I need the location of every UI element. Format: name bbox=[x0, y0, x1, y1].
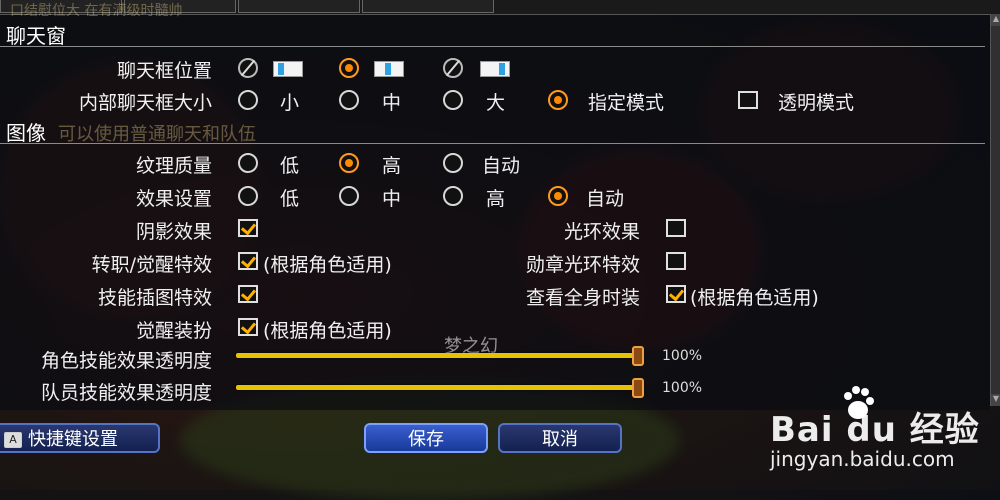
full-costume-checkbox[interactable] bbox=[666, 285, 686, 303]
section-divider bbox=[0, 143, 985, 144]
ghost-banner-text: 口结慰位大 在有满级时髓帅 bbox=[10, 3, 183, 19]
transfer-effect-note: (根据角色适用) bbox=[263, 254, 392, 276]
chat-size-option-label: 小 bbox=[280, 92, 300, 114]
party-skill-alpha-thumb[interactable] bbox=[632, 378, 644, 398]
hotkey-settings-button[interactable]: A 快捷键设置 bbox=[0, 423, 160, 453]
scroll-up-icon[interactable]: ▲ bbox=[991, 14, 1000, 26]
chat-size-option-label: 大 bbox=[486, 92, 506, 114]
skill-illust-checkbox[interactable] bbox=[238, 285, 258, 303]
effect-radio-auto[interactable] bbox=[548, 186, 568, 206]
halo-effect-label: 光环效果 bbox=[563, 221, 640, 243]
texture-radio-high[interactable] bbox=[339, 153, 359, 173]
section-title-graphics: 图像 bbox=[6, 121, 46, 145]
effect-option-label: 高 bbox=[486, 188, 506, 210]
full-costume-note: (根据角色适用) bbox=[690, 287, 819, 309]
transfer-effect-label: 转职/觉醒特效 bbox=[91, 254, 212, 276]
transparent-mode-checkbox[interactable] bbox=[738, 91, 758, 109]
section-divider bbox=[0, 46, 985, 47]
char-skill-alpha-label: 角色技能效果透明度 bbox=[40, 350, 212, 372]
awakening-outfit-note: (根据角色适用) bbox=[263, 320, 392, 342]
scrollbar[interactable]: ▲ ▼ bbox=[990, 14, 1000, 406]
effect-settings-label: 效果设置 bbox=[135, 188, 212, 210]
chat-size-label: 内部聊天框大小 bbox=[78, 92, 212, 114]
full-costume-label: 查看全身时装 bbox=[525, 287, 640, 309]
party-skill-alpha-label: 队员技能效果透明度 bbox=[40, 382, 212, 404]
chat-size-radio-medium[interactable] bbox=[339, 90, 359, 110]
transfer-effect-checkbox[interactable] bbox=[238, 252, 258, 270]
effect-radio-low[interactable] bbox=[238, 186, 258, 206]
effect-option-label: 中 bbox=[382, 188, 402, 210]
effect-radio-high[interactable] bbox=[443, 186, 463, 206]
effect-option-label: 自动 bbox=[586, 188, 625, 210]
chat-position-label: 聊天框位置 bbox=[116, 60, 212, 82]
awakening-outfit-label: 觉醒装扮 bbox=[135, 320, 212, 342]
texture-option-label: 自动 bbox=[482, 155, 521, 177]
effect-radio-medium[interactable] bbox=[339, 186, 359, 206]
halo-effect-checkbox[interactable] bbox=[666, 219, 686, 237]
chat-position-radio-2[interactable] bbox=[339, 58, 359, 78]
texture-option-label: 低 bbox=[280, 155, 300, 177]
char-skill-alpha-thumb[interactable] bbox=[632, 346, 644, 366]
texture-quality-label: 纹理质量 bbox=[135, 155, 212, 177]
texture-radio-low[interactable] bbox=[238, 153, 258, 173]
texture-radio-auto[interactable] bbox=[443, 153, 463, 173]
watermark-brand: Bai du 经验 bbox=[770, 410, 980, 450]
watermark-url: jingyan.baidu.com bbox=[770, 447, 955, 471]
medal-effect-label: 勋章光环特效 bbox=[525, 254, 640, 276]
tab[interactable] bbox=[238, 0, 360, 13]
chat-position-radio-1 bbox=[238, 58, 258, 78]
chat-position-radio-3 bbox=[443, 58, 463, 78]
skill-illust-label: 技能插图特效 bbox=[97, 287, 212, 309]
char-skill-alpha-value: 100% bbox=[662, 348, 703, 364]
medal-effect-checkbox[interactable] bbox=[666, 252, 686, 270]
shadow-effect-checkbox[interactable] bbox=[238, 219, 258, 237]
party-skill-alpha-slider[interactable] bbox=[236, 385, 638, 390]
section-title-chat: 聊天窗 bbox=[6, 24, 66, 48]
chat-size-option-label: 指定模式 bbox=[588, 92, 665, 114]
chat-position-icon bbox=[374, 61, 404, 77]
hotkey-settings-label: 快捷键设置 bbox=[28, 429, 118, 450]
char-skill-alpha-slider[interactable] bbox=[236, 353, 638, 358]
awakening-outfit-checkbox[interactable] bbox=[238, 318, 258, 336]
chat-size-radio-small[interactable] bbox=[238, 90, 258, 110]
scroll-down-icon[interactable]: ▼ bbox=[991, 394, 1000, 406]
chat-position-icon bbox=[273, 61, 303, 77]
chat-size-option-label: 中 bbox=[382, 92, 402, 114]
shadow-effect-label: 阴影效果 bbox=[135, 221, 212, 243]
keyboard-icon: A bbox=[4, 432, 22, 448]
chat-size-radio-large[interactable] bbox=[443, 90, 463, 110]
tab[interactable] bbox=[362, 0, 494, 13]
save-button[interactable]: 保存 bbox=[364, 423, 488, 453]
chat-position-icon bbox=[480, 61, 510, 77]
cancel-button[interactable]: 取消 bbox=[498, 423, 622, 453]
party-skill-alpha-value: 100% bbox=[662, 380, 703, 396]
transparent-mode-label: 透明模式 bbox=[778, 92, 855, 114]
texture-option-label: 高 bbox=[382, 155, 402, 177]
chat-size-radio-custom[interactable] bbox=[548, 90, 568, 110]
effect-option-label: 低 bbox=[280, 188, 300, 210]
